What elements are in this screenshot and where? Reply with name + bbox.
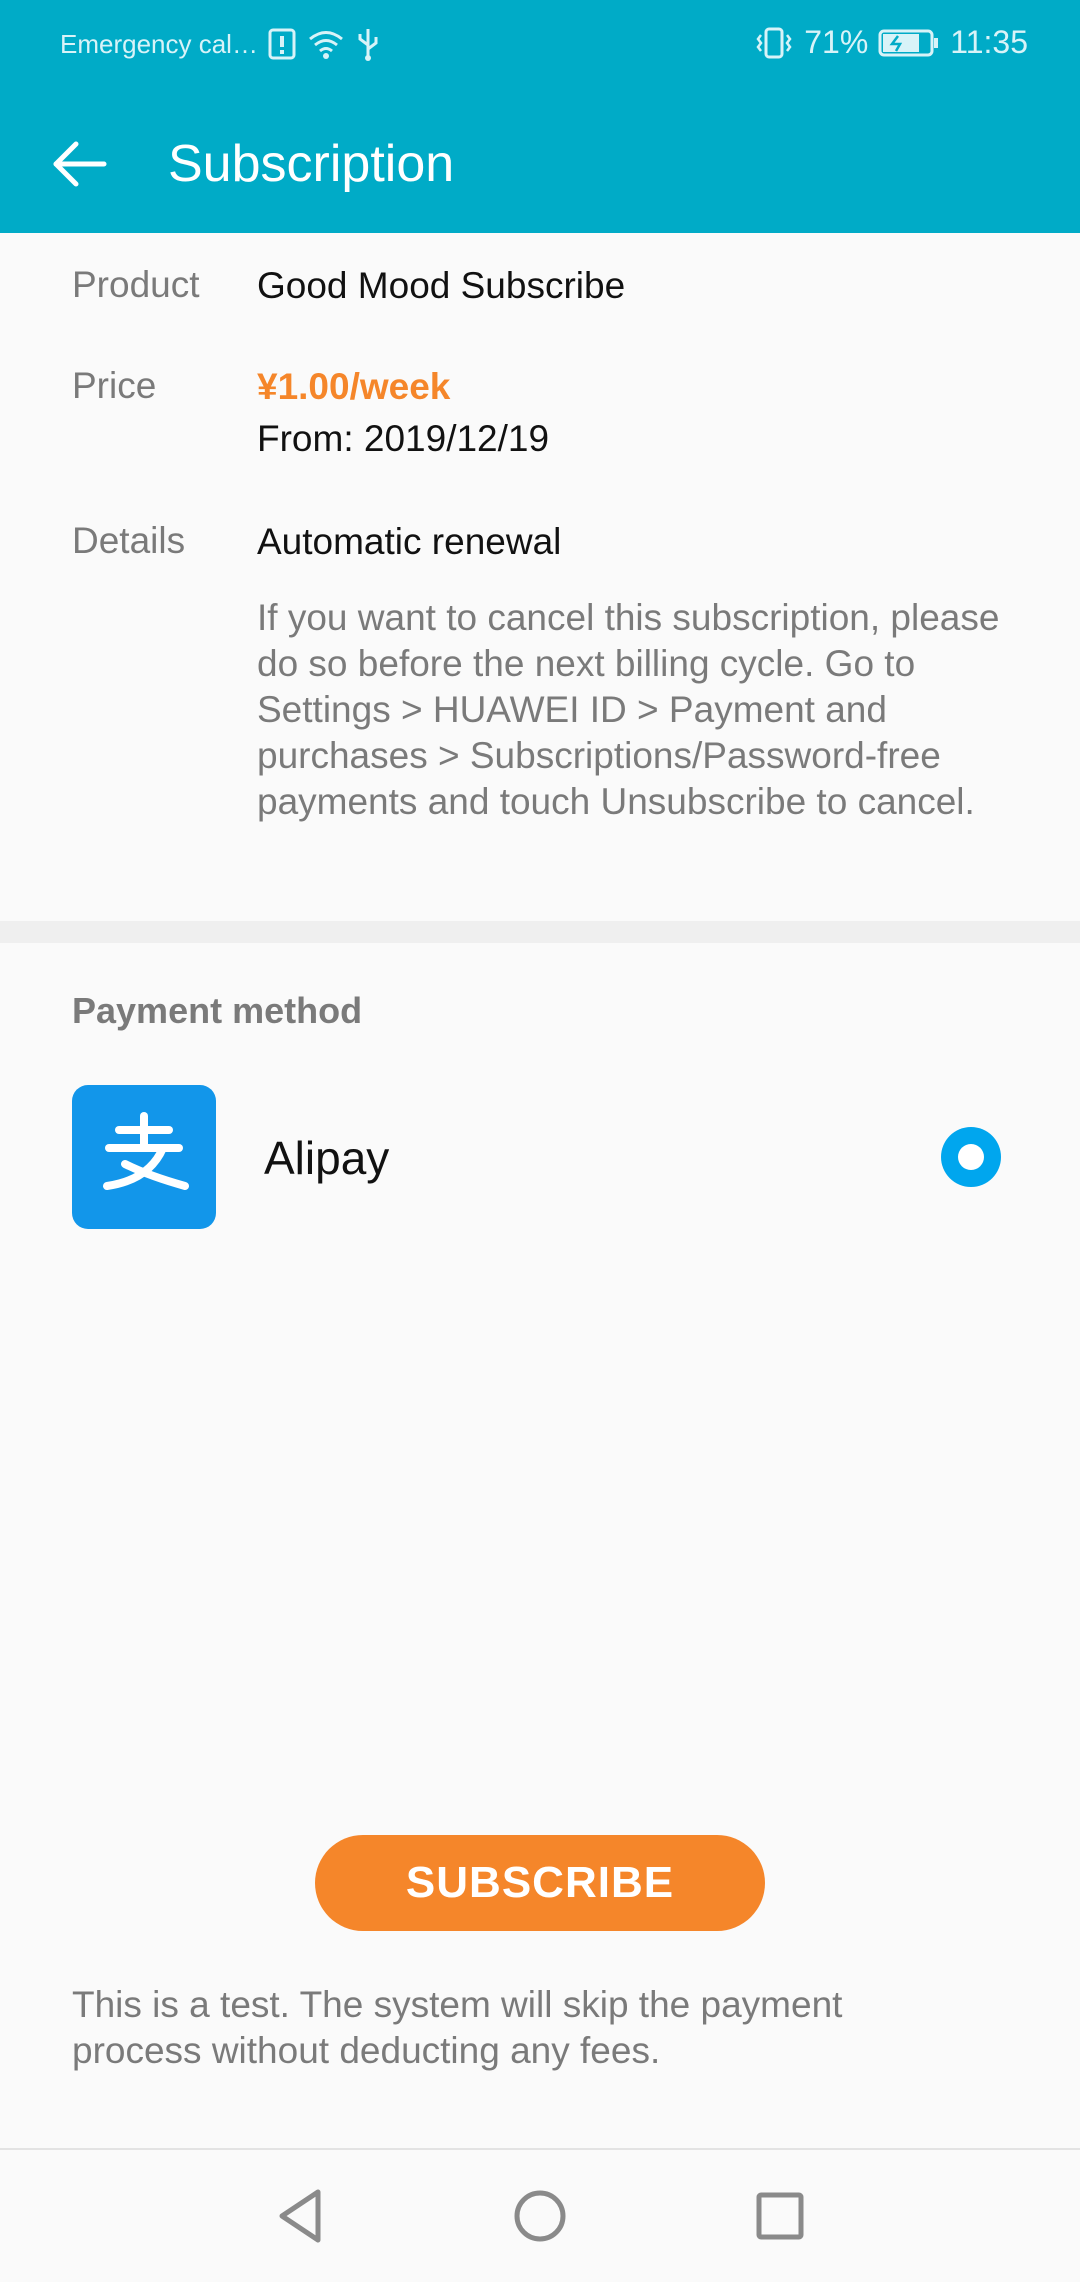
toolbar: Subscription	[0, 94, 1080, 233]
wifi-icon	[306, 28, 346, 60]
test-note: This is a test. The system will skip the…	[72, 1984, 843, 2071]
details-label: Details	[72, 520, 186, 561]
back-button[interactable]	[40, 124, 120, 204]
status-right: 71% 11:35	[754, 24, 1028, 61]
system-nav-bar	[0, 2148, 1080, 2282]
alert-icon	[268, 28, 296, 60]
payment-method-radio[interactable]	[941, 1127, 1001, 1187]
product-label: Product	[72, 264, 200, 305]
subscription-details: Product Good Mood Subscribe Price ¥1.00/…	[0, 233, 1080, 921]
battery-charging-icon	[878, 27, 940, 59]
nav-recents-button[interactable]	[742, 2178, 818, 2254]
battery-percent: 71%	[804, 24, 869, 60]
nav-home-button[interactable]	[502, 2178, 578, 2254]
status-left: Emergency cal…	[60, 27, 380, 61]
alipay-icon	[72, 1085, 216, 1229]
price-label: Price	[72, 365, 157, 406]
vibrate-icon	[754, 26, 794, 60]
details-description: If you want to cancel this subscription,…	[257, 597, 1000, 822]
carrier-text: Emergency cal…	[60, 28, 258, 59]
home-circle-icon	[514, 2190, 566, 2242]
price-from: From: 2019/12/19	[257, 418, 550, 459]
recent-square-icon	[756, 2192, 804, 2240]
back-arrow-icon	[53, 141, 107, 187]
usb-icon	[356, 27, 380, 61]
payment-method-title: Payment method	[72, 990, 363, 1031]
page-title: Subscription	[168, 135, 455, 193]
app-header: Emergency cal… 71% 11:35 Subscription	[0, 0, 1080, 233]
details-value: Automatic renewal	[257, 521, 562, 562]
back-triangle-icon	[279, 2189, 321, 2243]
payment-method-name: Alipay	[264, 1132, 390, 1184]
radio-selected-dot	[958, 1144, 984, 1170]
product-value: Good Mood Subscribe	[257, 265, 626, 306]
payment-section: Payment method Alipay	[0, 943, 1080, 2147]
price-value: ¥1.00/week	[257, 366, 451, 407]
section-divider	[0, 921, 1080, 943]
payment-method-row[interactable]: Alipay	[0, 1085, 1080, 1229]
subscribe-button[interactable]: SUBSCRIBE	[315, 1835, 765, 1931]
nav-back-button[interactable]	[262, 2178, 338, 2254]
status-bar: Emergency cal… 71% 11:35	[0, 0, 1080, 94]
clock: 11:35	[950, 24, 1028, 60]
